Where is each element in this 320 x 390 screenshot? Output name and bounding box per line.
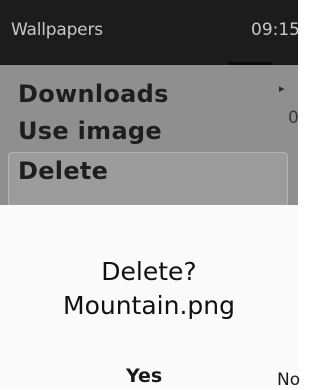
app-title: Wallpapers bbox=[11, 20, 103, 40]
submenu-arrow-icon: ▸ bbox=[279, 82, 285, 95]
status-bar: Wallpapers 09:15 bbox=[0, 0, 300, 68]
no-button[interactable]: No bbox=[277, 370, 300, 390]
dialog-title: Delete? bbox=[101, 257, 197, 286]
confirm-dialog: Delete? Mountain.png Yes No bbox=[0, 205, 300, 390]
menu-item-downloads[interactable]: Downloads bbox=[18, 80, 169, 108]
dialog-filename: Mountain.png bbox=[63, 291, 235, 320]
yes-button[interactable]: Yes bbox=[126, 365, 162, 387]
menu-item-delete[interactable]: Delete bbox=[18, 157, 108, 185]
menu-item-use-image[interactable]: Use image bbox=[18, 117, 162, 145]
options-menu: Downloads ▸ Use image 0 Delete bbox=[0, 65, 299, 208]
clock: 09:15 bbox=[251, 20, 300, 40]
background-text-fragment: 0 bbox=[288, 108, 299, 128]
